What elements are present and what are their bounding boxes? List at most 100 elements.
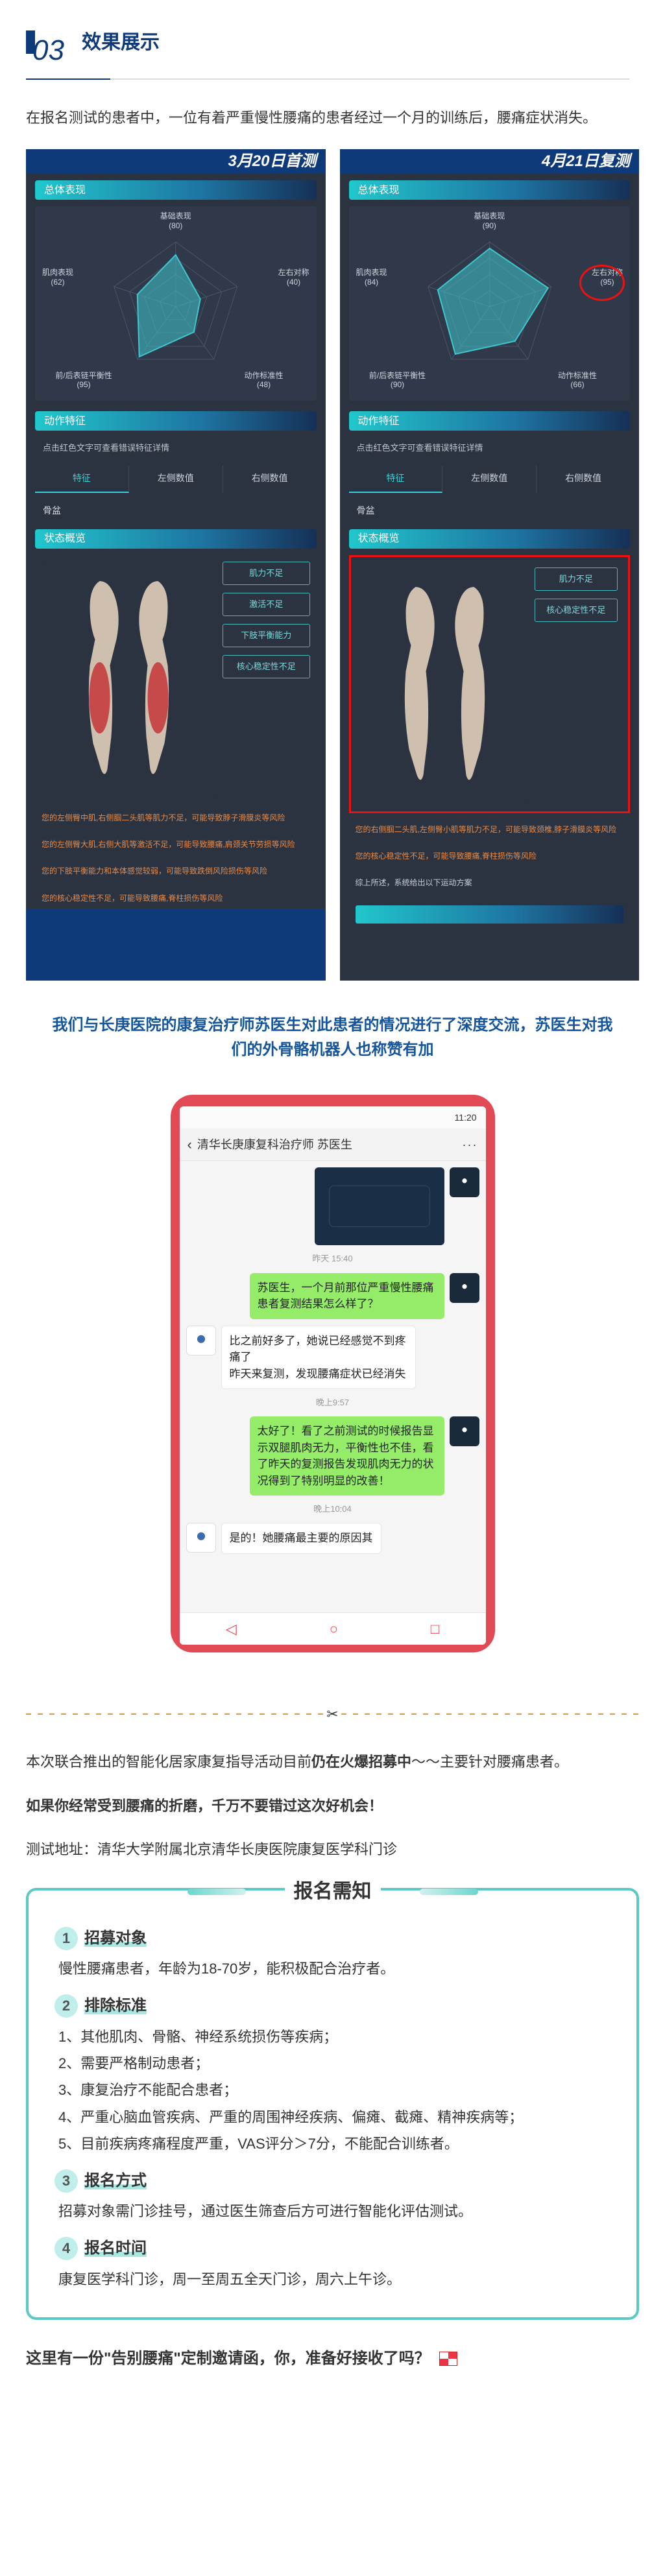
highlight-rect-icon: 肌力不足 核心稳定性不足 — [349, 555, 631, 813]
tags-after: 肌力不足 核心稳定性不足 — [535, 567, 618, 801]
tag: 下肢平衡能力 — [223, 624, 310, 647]
avatar — [450, 1416, 479, 1446]
bar-overall: 总体表现 — [349, 180, 631, 200]
model-row-before: 肌力不足 激活不足 下肢平衡能力 核心稳定性不足 — [35, 555, 317, 802]
list-item: 4、严重心脑血管疾病、严重的周围神经疾病、偏瘫、截瘫、精神疾病等； — [58, 2105, 611, 2129]
note: 您的核心稳定性不足，可能导致腰痛,脊柱损伤等风险 — [349, 846, 631, 866]
tab-row: 特征 左侧数值 右侧数值 — [349, 466, 631, 493]
bar-status: 状态概览 — [35, 529, 317, 549]
nav-recent-icon[interactable]: □ — [431, 1617, 439, 1641]
avatar — [186, 1326, 216, 1355]
bar-status: 状态概览 — [349, 529, 631, 549]
phone-navbar: ◁ ○ □ — [180, 1612, 486, 1645]
note: 您的下肢平衡能力和本体感觉较弱，可能导致跌倒风险损伤等风险 — [35, 861, 317, 881]
nav-back-icon[interactable]: ◁ — [226, 1617, 237, 1641]
tab-feature[interactable]: 特征 — [35, 466, 129, 493]
phone-time: 11:20 — [455, 1110, 477, 1126]
comparison-shots: 3月20日首测 总体表现 — [26, 149, 639, 980]
section-underline — [26, 78, 629, 80]
sub-tip: 点击红色文字可查看错误特征详情 — [35, 437, 317, 459]
shot-before-label: 3月20日首测 — [146, 149, 326, 174]
highlight-circle-icon — [579, 265, 625, 301]
deco-bar-left — [187, 1889, 246, 1895]
chat-msg: 比之前好多了，她说已经感觉不到疼痛了 昨天来复测，发现腰痛症状已经消失 — [186, 1326, 479, 1390]
final-line: 这里有一份"告别腰痛"定制邀请函，你，准备好接收了吗？ — [26, 2346, 639, 2372]
bar-run — [356, 905, 624, 924]
blue-heading: 我们与长庚医院的康复治疗师苏医生对此患者的情况进行了深度交流，苏医生对我们的外骨… — [52, 1013, 613, 1063]
bubble: 苏医生，一个月前那位严重慢性腰痛患者复测结果怎么样了？ — [250, 1273, 444, 1319]
section-number-box: 03 — [26, 27, 71, 59]
enrollment-notice: 报名需知 1招募对象 慢性腰痛患者，年龄为18-70岁，能积极配合治疗者。 2排… — [26, 1888, 639, 2320]
bubble: 比之前好多了，她说已经感觉不到疼痛了 昨天来复测，发现腰痛症状已经消失 — [221, 1326, 416, 1390]
time-stamp: 昨天 15:40 — [312, 1252, 352, 1266]
back-icon[interactable]: ‹ — [187, 1132, 192, 1156]
notice-step-1: 1招募对象 慢性腰痛患者，年龄为18-70岁，能积极配合治疗者。 — [54, 1926, 611, 1981]
avatar — [186, 1523, 216, 1553]
bubble: 是的！她腰痛最主要的原因其 — [221, 1523, 381, 1554]
shot-before: 3月20日首测 总体表现 — [26, 149, 326, 980]
nav-home-icon[interactable]: ○ — [330, 1617, 338, 1641]
deco-bar-right — [420, 1889, 478, 1895]
mid-para-2: 如果你经常受到腰痛的折磨，千万不要错过这次好机会！ — [26, 1794, 639, 1818]
tab-left-val[interactable]: 左侧数值 — [442, 466, 537, 493]
model-row-after: 肌力不足 核心稳定性不足 — [355, 561, 625, 807]
divider-scissors: ✂ — [26, 1704, 639, 1724]
report-card[interactable] — [315, 1167, 444, 1245]
tags-before: 肌力不足 激活不足 下肢平衡能力 核心稳定性不足 — [223, 562, 310, 795]
note: 您的右侧腘二头肌,左侧臀小肌等肌力不足，可能导致颈椎,脖子滑膜炎等风险 — [349, 820, 631, 840]
chat-title: 清华长庚康复科治疗师 苏医生 — [197, 1135, 352, 1155]
section-header: 03 效果展示 — [26, 26, 665, 59]
notice-step-3: 3报名方式 招募对象需门诊挂号，通过医生筛查后方可进行智能化评估测试。 — [54, 2168, 611, 2224]
section-title: 效果展示 — [82, 26, 160, 59]
category-pelvis: 骨盆 — [349, 499, 631, 523]
tab-right-val[interactable]: 右侧数值 — [537, 466, 630, 493]
notice-title: 报名需知 — [285, 1875, 381, 1908]
list-item: 1、其他肌肉、骨骼、神经系统损伤等疾病； — [58, 2025, 611, 2049]
body-model-after — [361, 567, 528, 801]
note: 您的核心稳定性不足，可能导致腰痛,脊柱损伤等风险 — [35, 888, 317, 909]
category-pelvis: 骨盆 — [35, 499, 317, 523]
avatar — [450, 1273, 479, 1303]
bar-overall: 总体表现 — [35, 180, 317, 200]
chat-header: ‹ 清华长庚康复科治疗师 苏医生 ··· — [180, 1128, 486, 1161]
notice-header: 报名需知 — [187, 1876, 478, 1908]
tag: 核心稳定性不足 — [535, 599, 618, 622]
tag: 肌力不足 — [223, 562, 310, 585]
bar-action: 动作特征 — [35, 411, 317, 431]
mid-para-1: 本次联合推出的智能化居家康复指导活动目前仍在火爆招募中～～主要针对腰痛患者。 本… — [26, 1750, 639, 1774]
time-stamp: 晚上10:04 — [313, 1502, 352, 1516]
shot-after-label: 4月21日复测 — [459, 149, 639, 174]
intro-paragraph: 在报名测试的患者中，一位有着严重慢性腰痛的患者经过一个月的训练后，腰痛症状消失。 — [26, 106, 639, 130]
scissors-icon: ✂ — [324, 1702, 341, 1726]
flag-icon — [439, 2352, 457, 2366]
tag: 核心稳定性不足 — [223, 655, 310, 678]
list-item: 2、需要严格制动患者； — [58, 2051, 611, 2075]
bubble: 太好了！看了之前测试的时候报告显示双腿肌肉无力，平衡性也不佳，看了昨天的复测报告… — [250, 1416, 444, 1496]
section-number: 03 — [32, 27, 64, 75]
chat-body[interactable]: 昨天 15:40 苏医生，一个月前那位严重慢性腰痛患者复测结果怎么样了？ 比之前… — [180, 1161, 486, 1612]
notice-step-2: 2排除标准 1、其他肌肉、骨骼、神经系统损伤等疾病； 2、需要严格制动患者； 3… — [54, 1993, 611, 2156]
tab-feature[interactable]: 特征 — [349, 466, 443, 493]
tag: 激活不足 — [223, 593, 310, 616]
body-model-before — [42, 562, 216, 795]
list-item: 5、目前疾病疼痛程度严重，VAS评分＞7分，不能配合训练者。 — [58, 2132, 611, 2156]
note: 综上所述，系统给出以下运动方案 — [349, 873, 631, 893]
tab-left-val[interactable]: 左侧数值 — [129, 466, 223, 493]
phone-statusbar: 11:20 — [180, 1106, 486, 1128]
chat-msg: 太好了！看了之前测试的时候报告显示双腿肌肉无力，平衡性也不佳，看了昨天的复测报告… — [186, 1416, 479, 1496]
radar-after: 基础表现(90) 左右对称(95) 动作标准性(66) 前/后表链平衡性(90)… — [349, 206, 631, 401]
list-item: 3、康复治疗不能配合患者； — [58, 2078, 611, 2102]
shot-after: 4月21日复测 总体表现 — [340, 149, 640, 980]
tab-row: 特征 左侧数值 右侧数值 — [35, 466, 317, 493]
tag: 肌力不足 — [535, 567, 618, 591]
note: 您的左侧臀中肌,右侧腘二头肌等肌力不足，可能导致脖子滑膜炎等风险 — [35, 808, 317, 828]
avatar — [450, 1167, 479, 1197]
note: 您的左侧臀大肌,右侧大肌等激活不足，可能导致腰痛,肩颈关节劳损等风险 — [35, 835, 317, 855]
chat-msg: 苏医生，一个月前那位严重慢性腰痛患者复测结果怎么样了？ — [186, 1273, 479, 1319]
tab-right-val[interactable]: 右侧数值 — [223, 466, 317, 493]
time-stamp: 晚上9:57 — [316, 1396, 349, 1410]
mid-para-3: 测试地址：清华大学附属北京清华长庚医院康复医学科门诊 — [26, 1837, 639, 1861]
more-icon[interactable]: ··· — [463, 1135, 478, 1155]
chat-msg: 是的！她腰痛最主要的原因其 — [186, 1523, 479, 1554]
notice-step-4: 4报名时间 康复医学科门诊，周一至周五全天门诊，周六上午诊。 — [54, 2236, 611, 2291]
